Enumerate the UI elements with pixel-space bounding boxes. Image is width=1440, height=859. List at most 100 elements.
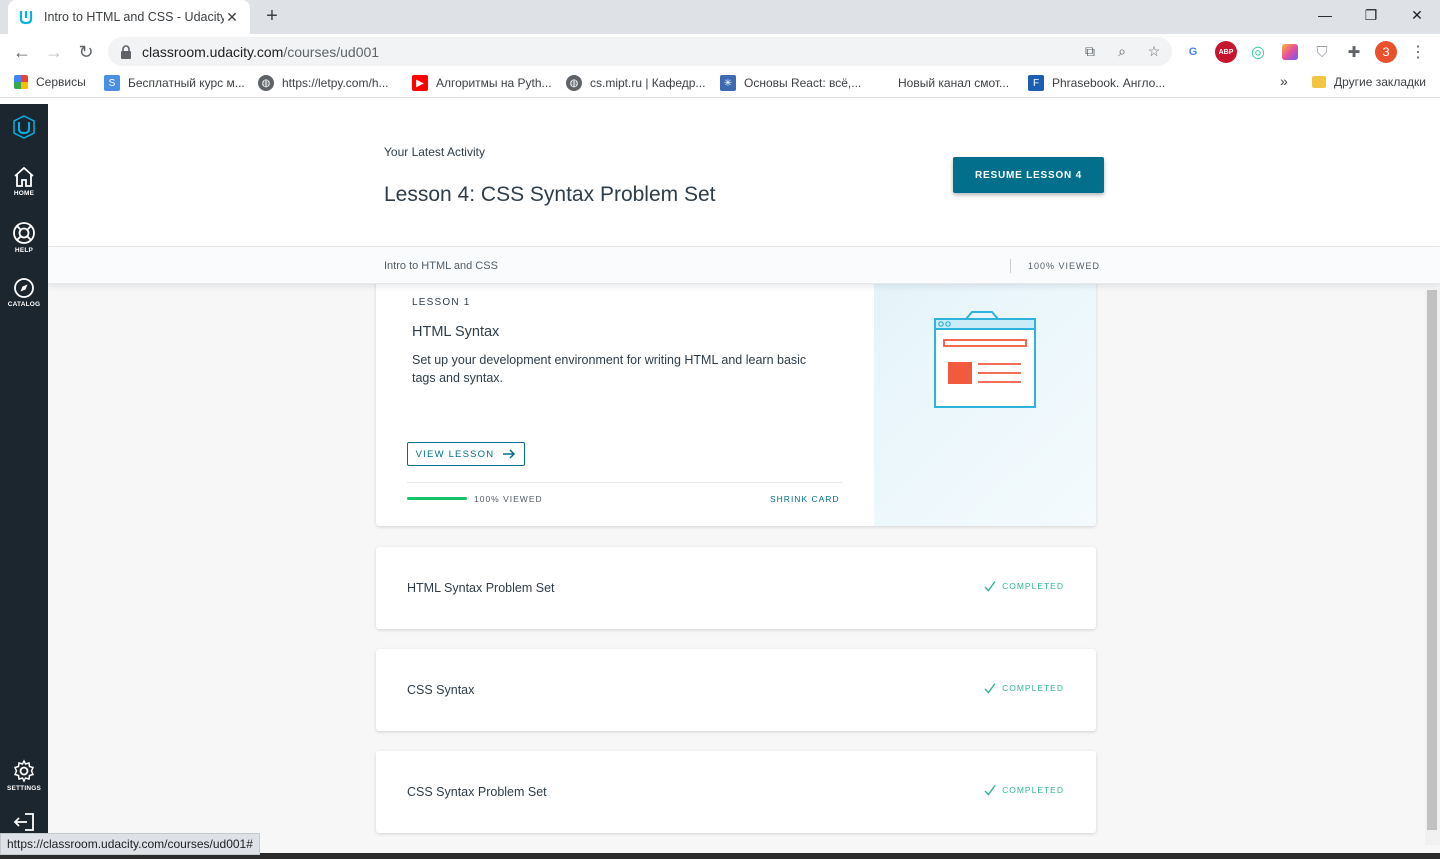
completed-status: COMPLETED: [984, 580, 1064, 592]
translate-icon[interactable]: ⧉: [1080, 41, 1100, 61]
lock-icon: [121, 44, 131, 59]
course-viewed-status: 100% VIEWED: [1028, 261, 1101, 271]
gear-icon: [13, 759, 35, 783]
react-icon: ✳: [720, 75, 736, 91]
lesson-name: CSS Syntax Problem Set: [407, 785, 547, 799]
latest-activity-label: Your Latest Activity: [384, 145, 485, 159]
arrow-right-icon: [503, 449, 516, 459]
lesson-number: LESSON 1: [412, 297, 471, 308]
back-button[interactable]: ←: [10, 40, 34, 64]
url-path: /courses/ud001: [283, 43, 380, 60]
lesson-card[interactable]: CSS Syntax COMPLETED: [376, 649, 1096, 731]
tab-strip: Intro to HTML and CSS - Udacity ✕ + — ❐ …: [0, 0, 1440, 34]
bookmark-item[interactable]: S Бесплатный курс м...: [104, 75, 245, 91]
udacity-favicon-icon: [19, 11, 33, 25]
browser-chrome: Intro to HTML and CSS - Udacity ✕ + — ❐ …: [0, 0, 1440, 104]
status-label: COMPLETED: [1002, 683, 1064, 693]
google-translate-extension-icon[interactable]: G: [1182, 41, 1204, 63]
browser-menu-icon[interactable]: ⋮: [1407, 41, 1429, 63]
lesson-name: HTML Syntax: [412, 324, 500, 340]
sidebar-label: HOME: [13, 190, 35, 197]
sidebar-item-catalog[interactable]: CATALOG: [0, 277, 48, 308]
bookmark-label: Алгоритмы на Pyth...: [436, 76, 552, 90]
globe-icon: ◍: [566, 75, 582, 91]
classroom-main: Your Latest Activity Lesson 4: CSS Synta…: [48, 104, 1440, 859]
bookmark-label: cs.mipt.ru | Кафедр...: [590, 76, 706, 90]
tab-close-icon[interactable]: ✕: [224, 9, 240, 26]
bookmark-apps[interactable]: Сервисы: [14, 75, 86, 89]
home-icon: [14, 166, 34, 187]
forward-button[interactable]: →: [42, 40, 66, 64]
bookmark-label: Новый канал смот...: [898, 76, 1010, 90]
bookmark-label: Сервисы: [36, 75, 86, 89]
bookmark-item[interactable]: ◍ cs.mipt.ru | Кафедр...: [566, 75, 705, 91]
lesson-card[interactable]: HTML Syntax Problem Set COMPLETED: [376, 547, 1096, 629]
bookmarks-bar: Сервисы S Бесплатный курс м... ◍ https://l…: [0, 70, 1440, 98]
checkmark-icon: [984, 581, 996, 592]
new-tab-button[interactable]: +: [260, 5, 284, 29]
page-scrollbar[interactable]: [1425, 288, 1440, 845]
other-bookmarks-label: Другие закладки: [1334, 75, 1426, 89]
zoom-icon[interactable]: ⌕: [1112, 41, 1132, 61]
sidebar-item-help[interactable]: HELP: [0, 221, 48, 254]
lesson-name: HTML Syntax Problem Set: [407, 581, 555, 595]
compass-icon: [14, 278, 34, 298]
logout-icon: [13, 813, 34, 831]
minimize-button[interactable]: —: [1302, 0, 1348, 30]
apps-grid-icon: [14, 75, 28, 89]
divider: [407, 482, 842, 483]
adblock-extension-icon[interactable]: ABP: [1215, 41, 1237, 63]
lesson-card[interactable]: CSS Syntax Problem Set COMPLETED: [376, 751, 1096, 833]
course-name: Intro to HTML and CSS: [384, 260, 498, 272]
view-lesson-button[interactable]: VIEW LESSON: [407, 442, 525, 466]
bookmark-item[interactable]: ✳ Основы React: всё,...: [720, 75, 861, 91]
maximize-button[interactable]: ❐: [1348, 0, 1394, 30]
lesson-card-expanded: LESSON 1 HTML Syntax Set up your develop…: [376, 254, 1096, 526]
tab-title: Intro to HTML and CSS - Udacity: [44, 10, 224, 24]
lesson-illustration: [874, 254, 1096, 526]
classroom-sidebar: HOME HELP CATALOG SETTINGS: [0, 104, 48, 859]
address-bar[interactable]: classroom.udacity.com/courses/ud001 ⧉ ⌕ …: [108, 37, 1172, 66]
latest-activity-header: Your Latest Activity Lesson 4: CSS Synta…: [48, 104, 1440, 247]
shield-extension-icon[interactable]: ⛉: [1311, 41, 1333, 63]
sidebar-item-settings[interactable]: SETTINGS: [0, 759, 48, 792]
bookmark-star-icon[interactable]: ☆: [1144, 41, 1164, 61]
phrasebook-icon: F: [1028, 75, 1044, 91]
checkmark-icon: [984, 683, 996, 694]
bookmark-label: Phrasebook. Англо...: [1052, 76, 1166, 90]
browser-tab[interactable]: Intro to HTML and CSS - Udacity ✕: [8, 0, 250, 34]
reload-button[interactable]: ↻: [74, 40, 98, 64]
extension-circle-icon[interactable]: ◎: [1247, 41, 1269, 63]
divider: [1010, 259, 1011, 273]
bookmark-item[interactable]: ▶ Алгоритмы на Pyth...: [412, 75, 552, 91]
completed-status: COMPLETED: [984, 784, 1064, 796]
scrollbar-thumb[interactable]: [1427, 290, 1437, 830]
shrink-card-button[interactable]: SHRINK CARD: [770, 494, 840, 504]
extension-gradient-icon[interactable]: [1279, 41, 1301, 63]
link-status-bubble: https://classroom.udacity.com/courses/ud…: [0, 833, 260, 855]
view-lesson-label: VIEW LESSON: [415, 448, 495, 460]
bookmark-label: https://letpy.com/h...: [282, 76, 389, 90]
lesson-description: Set up your development environment for …: [412, 353, 807, 385]
resume-lesson-button[interactable]: RESUME LESSON 4: [953, 157, 1104, 193]
blank-favicon-icon: [874, 75, 890, 91]
lesson-name: CSS Syntax: [407, 683, 475, 697]
globe-icon: ◍: [258, 75, 274, 91]
sidebar-item-logout[interactable]: [0, 812, 48, 832]
sidebar-label: CATALOG: [7, 301, 41, 308]
bookmark-item[interactable]: ◍ https://letpy.com/h...: [258, 75, 389, 91]
latest-lesson-title: Lesson 4: CSS Syntax Problem Set: [384, 183, 716, 206]
bookmarks-overflow-button[interactable]: »: [1280, 73, 1288, 89]
help-lifebuoy-icon: [13, 222, 35, 244]
window-close-button[interactable]: ✕: [1394, 0, 1440, 30]
bookmark-item[interactable]: Новый канал смот...: [874, 75, 1009, 91]
lesson-viewed-status: 100% VIEWED: [474, 494, 543, 504]
bookmark-item[interactable]: F Phrasebook. Англо...: [1028, 75, 1165, 91]
checkmark-icon: [984, 785, 996, 796]
udacity-logo[interactable]: [0, 114, 48, 140]
other-bookmarks-folder[interactable]: Другие закладки: [1312, 75, 1426, 89]
sidebar-item-home[interactable]: HOME: [0, 166, 48, 197]
completed-status: COMPLETED: [984, 682, 1064, 694]
profile-avatar[interactable]: З: [1375, 41, 1397, 63]
extensions-puzzle-icon[interactable]: ✚: [1343, 41, 1365, 63]
